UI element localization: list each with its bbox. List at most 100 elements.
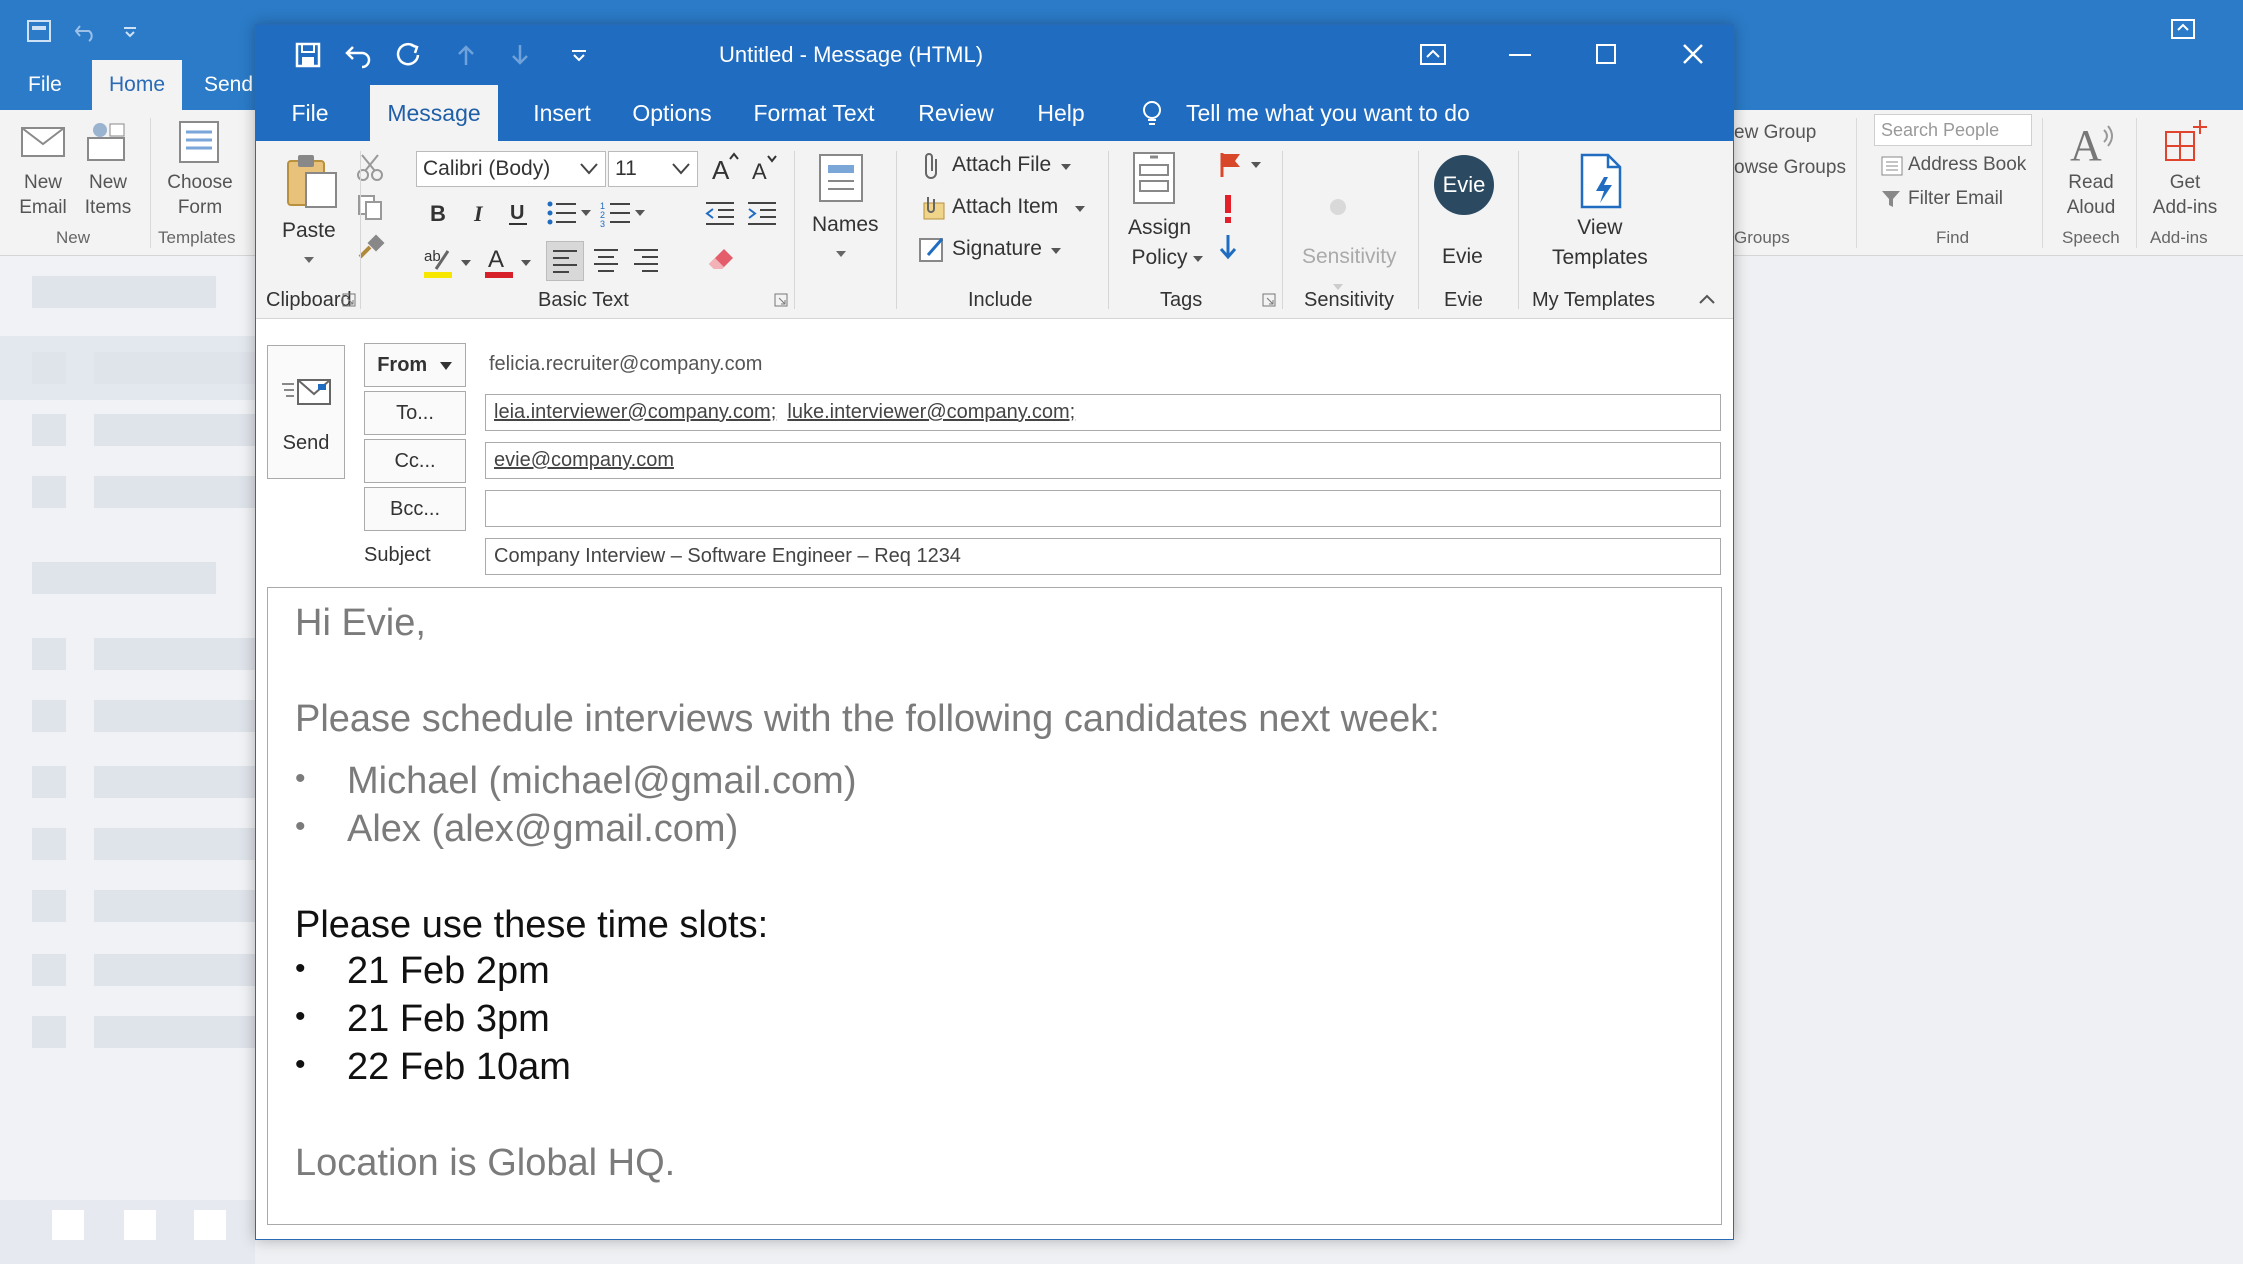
choose-form-button[interactable]: Choose Form <box>160 170 240 220</box>
from-button[interactable]: From <box>364 343 466 387</box>
bullets-icon[interactable] <box>546 199 578 227</box>
underline-icon[interactable]: U <box>506 199 530 227</box>
customize-toolbar-icon[interactable] <box>122 24 138 38</box>
to-button[interactable]: To... <box>364 391 466 435</box>
customize-toolbar-icon[interactable] <box>570 49 588 63</box>
align-left-button[interactable] <box>546 241 584 281</box>
new-email-button[interactable]: New Email <box>16 170 70 220</box>
placeholder-bar <box>32 890 66 922</box>
grow-font-icon[interactable]: A <box>710 151 740 183</box>
font-name-dropdown[interactable]: Calibri (Body) <box>416 151 606 187</box>
new-group-button[interactable]: ew Group <box>1734 120 1816 145</box>
search-people-input[interactable]: Search People <box>1874 114 2032 146</box>
tab-format-text[interactable]: Format Text <box>744 85 884 141</box>
highlight-icon[interactable]: ab <box>422 245 456 279</box>
italic-icon[interactable]: I <box>468 199 490 227</box>
subject-label: Subject <box>364 544 431 566</box>
view-templates-button[interactable]: View Templates <box>1552 213 1648 273</box>
follow-up-flag-icon[interactable] <box>1218 151 1244 179</box>
chevron-down-icon[interactable] <box>1060 163 1072 171</box>
chevron-down-icon[interactable] <box>834 249 848 259</box>
browse-groups-button[interactable]: owse Groups <box>1734 155 1846 180</box>
previous-item-icon[interactable] <box>456 43 476 67</box>
bcc-field[interactable] <box>485 490 1721 527</box>
close-icon[interactable] <box>1681 42 1705 66</box>
chevron-down-icon[interactable] <box>1250 161 1262 169</box>
cc-button[interactable]: Cc... <box>364 439 466 483</box>
filter-email-button[interactable]: Filter Email <box>1908 186 2003 211</box>
evie-button[interactable]: Evie <box>1442 245 1483 269</box>
new-items-button[interactable]: New Items <box>78 170 138 220</box>
cc-field[interactable]: evie@company.com <box>485 442 1721 479</box>
attach-item-button[interactable]: Attach Item <box>952 195 1058 219</box>
tab-options[interactable]: Options <box>622 85 722 141</box>
minimize-icon[interactable] <box>1509 53 1531 57</box>
nav-placeholder[interactable] <box>124 1210 156 1240</box>
get-addins-button[interactable]: Get Add-ins <box>2148 170 2222 220</box>
chevron-down-icon[interactable] <box>520 259 532 267</box>
to-recipient[interactable]: leia.interviewer@company.com; <box>494 401 776 423</box>
high-importance-icon[interactable] <box>1220 193 1236 223</box>
chevron-down-icon[interactable] <box>580 209 592 217</box>
cc-recipient[interactable]: evie@company.com <box>494 449 674 471</box>
tab-message[interactable]: Message <box>370 85 498 141</box>
bcc-button[interactable]: Bcc... <box>364 487 466 531</box>
clear-formatting-icon[interactable] <box>706 243 738 275</box>
bg-tab-home[interactable]: Home <box>92 60 182 110</box>
shrink-font-icon[interactable]: A <box>750 153 778 183</box>
undo-icon[interactable] <box>74 20 98 42</box>
chevron-down-icon[interactable] <box>1192 255 1204 263</box>
chevron-down-icon[interactable] <box>634 209 646 217</box>
nav-placeholder[interactable] <box>194 1210 226 1240</box>
read-aloud-button[interactable]: Read Aloud <box>2056 170 2126 220</box>
font-color-icon[interactable]: A <box>482 245 516 279</box>
increase-indent-icon[interactable] <box>746 199 778 227</box>
subject-field[interactable]: Company Interview – Software Engineer – … <box>485 538 1721 575</box>
dialog-launcher-icon[interactable] <box>1262 293 1276 307</box>
nav-placeholder[interactable] <box>52 1210 84 1240</box>
tab-insert[interactable]: Insert <box>522 85 602 141</box>
dialog-launcher-icon[interactable] <box>774 293 788 307</box>
decrease-indent-icon[interactable] <box>704 199 736 227</box>
ribbon-display-options-icon[interactable] <box>2170 18 2196 40</box>
address-book-button[interactable]: Address Book <box>1908 152 2026 177</box>
align-right-icon[interactable] <box>632 247 660 273</box>
signature-button[interactable]: Signature <box>952 237 1042 261</box>
collapse-ribbon-icon[interactable] <box>1698 293 1716 305</box>
separator <box>2042 118 2043 248</box>
names-button[interactable]: Names <box>812 213 879 237</box>
placeholder-bar <box>94 766 255 798</box>
tell-me-search[interactable]: Tell me what you want to do <box>1186 85 1470 141</box>
maximize-icon[interactable] <box>1595 43 1617 65</box>
font-size-dropdown[interactable]: 11 <box>608 151 698 187</box>
tab-review[interactable]: Review <box>906 85 1006 141</box>
tab-file[interactable]: File <box>280 85 340 141</box>
save-icon[interactable] <box>294 41 322 69</box>
to-field[interactable]: leia.interviewer@company.com; luke.inter… <box>485 394 1721 431</box>
ribbon-display-options-icon[interactable] <box>1419 43 1447 67</box>
send-button[interactable]: Send <box>267 345 345 479</box>
next-item-icon[interactable] <box>510 43 530 67</box>
bg-tab-file[interactable]: File <box>28 60 62 110</box>
chevron-down-icon[interactable] <box>302 255 316 265</box>
redo-icon[interactable] <box>394 41 422 69</box>
paste-button[interactable]: Paste <box>282 219 336 243</box>
attach-file-button[interactable]: Attach File <box>952 153 1051 177</box>
message-body[interactable]: Hi Evie, Please schedule interviews with… <box>267 587 1722 1225</box>
undo-icon[interactable] <box>344 41 374 69</box>
chevron-down-icon[interactable] <box>1074 205 1086 213</box>
dialog-launcher-icon[interactable] <box>342 293 356 307</box>
align-center-icon[interactable] <box>592 247 620 273</box>
sensitivity-button[interactable]: Sensitivity <box>1302 245 1397 269</box>
chevron-down-icon[interactable] <box>460 259 472 267</box>
tab-help[interactable]: Help <box>1026 85 1096 141</box>
placeholder-bar <box>32 352 66 384</box>
assign-policy-button[interactable]: Assign Policy <box>1128 213 1191 273</box>
low-importance-icon[interactable] <box>1218 233 1238 263</box>
numbering-icon[interactable]: 123 <box>600 199 632 227</box>
bg-tab-send[interactable]: Send <box>204 60 253 110</box>
to-recipient[interactable]: luke.interviewer@company.com; <box>787 401 1075 423</box>
bold-icon[interactable]: B <box>426 199 450 227</box>
placeholder-bar <box>94 476 255 508</box>
chevron-down-icon[interactable] <box>1050 247 1062 255</box>
